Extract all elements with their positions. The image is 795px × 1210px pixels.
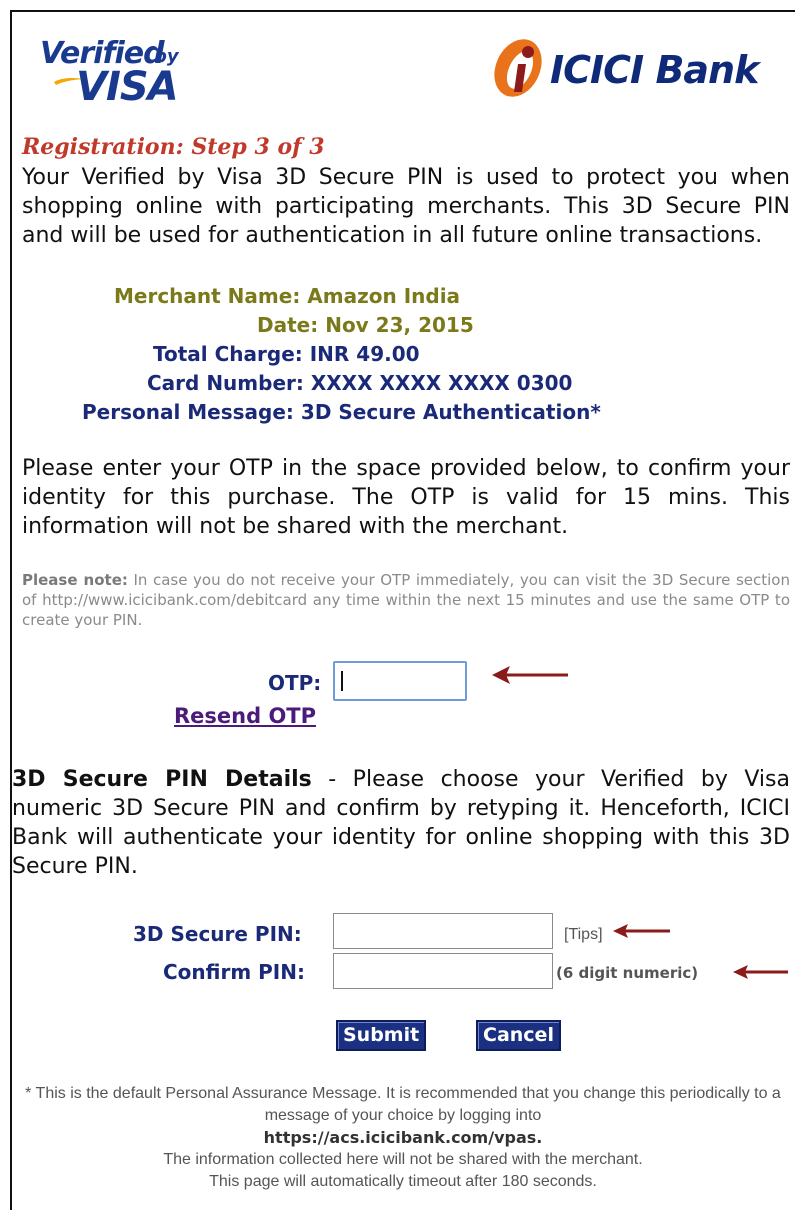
confirm-pin-label: Confirm PIN: [163, 960, 305, 984]
verified-by-visa-logo: Verified by VISA [32, 36, 202, 116]
otp-instructions: Please enter your OTP in the space provi… [22, 456, 790, 539]
confirm-pin-input[interactable] [333, 953, 553, 989]
icici-bank-logo: ICICI Bank [488, 30, 788, 110]
card-number-row: Card Number: XXXX XXXX XXXX 0300 [147, 371, 572, 395]
total-charge-label: Total Charge: [153, 342, 303, 366]
red-arrow-icon [613, 924, 670, 938]
icici-i-mark-icon [494, 39, 542, 97]
personal-message-row: Personal Message: 3D Secure Authenticati… [82, 400, 601, 424]
footer-assurance-text: * This is the default Personal Assurance… [25, 1085, 781, 1124]
icici-logo-text: ICICI Bank [550, 48, 759, 92]
otp-note-label: Please note: [22, 571, 128, 589]
resend-otp-link[interactable]: Resend OTP [174, 704, 316, 728]
visa-logo-visa-text: VISA [76, 64, 179, 110]
tips-link[interactable]: [Tips] [564, 926, 603, 944]
personal-message-value: 3D Secure Authentication* [300, 400, 601, 424]
red-arrow-icon [733, 965, 788, 979]
secure-pin-label: 3D Secure PIN: [133, 922, 302, 946]
footer-privacy-text: The information collected here will not … [163, 1151, 643, 1168]
otp-label: OTP: [268, 671, 322, 695]
total-charge-row: Total Charge: INR 49.00 [153, 342, 420, 366]
otp-note-text: In case you do not receive your OTP imme… [22, 571, 790, 629]
digits-hint: (6 digit numeric) [556, 964, 699, 982]
card-number-value: XXXX XXXX XXXX 0300 [310, 371, 573, 395]
intro-paragraph: Your Verified by Visa 3D Secure PIN is u… [22, 165, 790, 248]
merchant-label: Merchant Name: [114, 284, 301, 308]
date-row: Date: Nov 23, 2015 [257, 313, 474, 337]
secure-pin-input[interactable] [333, 913, 553, 949]
footer: * This is the default Personal Assurance… [12, 1083, 794, 1193]
merchant-value: Amazon India [307, 284, 461, 308]
card-number-label: Card Number: [147, 371, 304, 395]
merchant-row: Merchant Name: Amazon India [114, 284, 460, 308]
icici-logo-bank: Bank [655, 48, 759, 92]
total-charge-value: INR 49.00 [309, 342, 420, 366]
date-label: Date: [257, 313, 319, 337]
pin-details-heading: 3D Secure PIN Details [12, 767, 312, 792]
pin-details-paragraph: 3D Secure PIN Details - Please choose yo… [12, 765, 790, 881]
text-caret [341, 671, 343, 691]
footer-timeout-text: This page will automatically timeout aft… [209, 1173, 597, 1190]
red-arrow-icon [492, 666, 568, 684]
submit-button[interactable]: Submit [336, 1020, 427, 1051]
registration-step-title: Registration: Step 3 of 3 [22, 134, 325, 160]
footer-vpas-url: https://acs.icicibank.com/vpas. [263, 1128, 543, 1147]
icici-logo-name: ICICI [550, 48, 644, 92]
personal-message-label: Personal Message: [82, 400, 294, 424]
otp-note: Please note: In case you do not receive … [22, 570, 790, 630]
date-value: Nov 23, 2015 [325, 313, 474, 337]
cancel-button[interactable]: Cancel [476, 1020, 561, 1051]
otp-input[interactable] [333, 661, 467, 701]
